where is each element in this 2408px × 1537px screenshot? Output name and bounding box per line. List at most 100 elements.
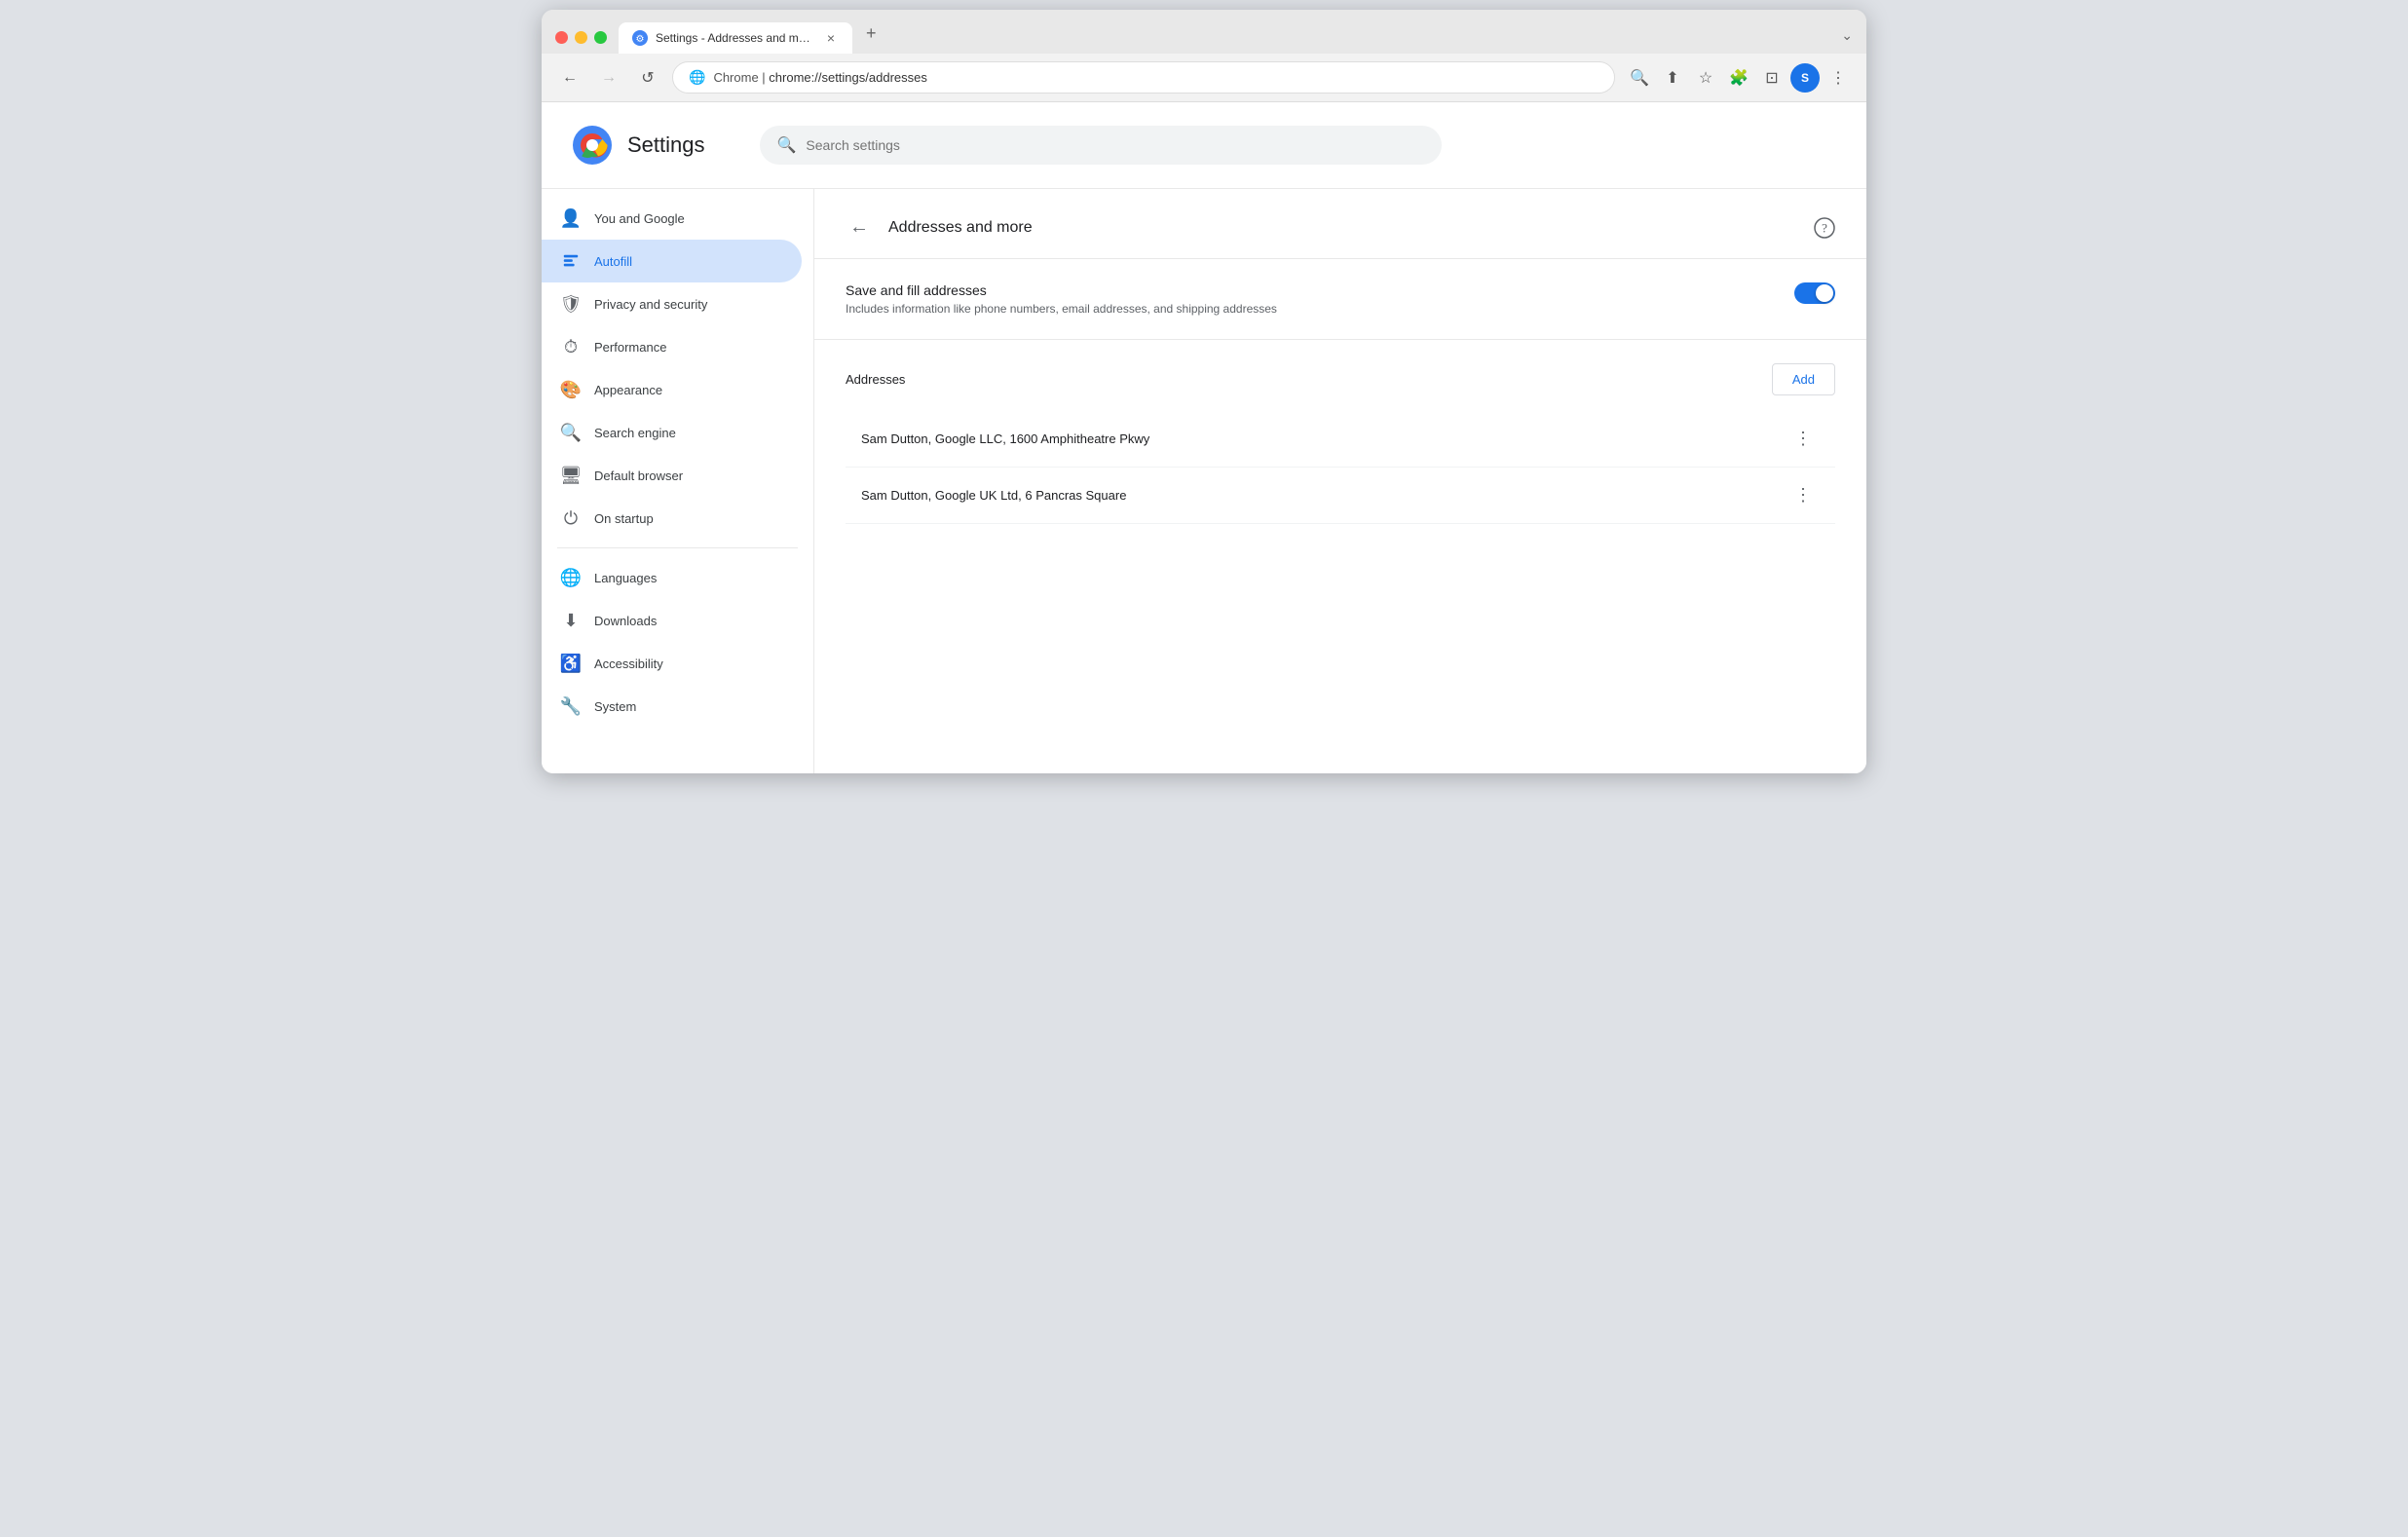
close-window-button[interactable]	[555, 31, 568, 44]
sidebar-item-on-startup[interactable]: ⏻ On startup	[542, 497, 802, 540]
browser-window: ⚙ Settings - Addresses and more × + ⌄ ← …	[542, 10, 1866, 773]
autofill-icon	[561, 251, 581, 271]
address-text-2: Sam Dutton, Google UK Ltd, 6 Pancras Squ…	[861, 488, 1787, 503]
person-icon: 👤	[561, 208, 581, 228]
zoom-button[interactable]: 🔍	[1625, 63, 1654, 93]
setting-name: Save and fill addresses	[846, 282, 1771, 298]
tab-favicon: ⚙	[632, 30, 648, 46]
save-fill-toggle[interactable]	[1794, 282, 1835, 304]
title-bar: ⚙ Settings - Addresses and more × + ⌄	[542, 10, 1866, 54]
search-input[interactable]	[806, 137, 1423, 153]
addresses-section: Addresses Add Sam Dutton, Google LLC, 16…	[814, 340, 1866, 547]
save-fill-setting-row: Save and fill addresses Includes informa…	[814, 259, 1866, 340]
main-layout: 👤 You and Google Autofill 🛡	[542, 189, 1866, 773]
add-address-button[interactable]: Add	[1772, 363, 1835, 395]
svg-text:?: ?	[1822, 220, 1827, 235]
bookmark-button[interactable]: ☆	[1691, 63, 1720, 93]
tab-bar: ⚙ Settings - Addresses and more × + ⌄	[619, 19, 1853, 54]
page-content: Settings 🔍 👤 You and Google	[542, 102, 1866, 773]
power-icon: ⏻	[561, 508, 581, 528]
sidebar-item-downloads[interactable]: ⬇ Downloads	[542, 599, 802, 642]
address-item-1: Sam Dutton, Google LLC, 1600 Amphitheatr…	[846, 411, 1835, 468]
content-title: Addresses and more	[888, 219, 1814, 237]
addresses-header: Addresses Add	[846, 363, 1835, 395]
addresses-label: Addresses	[846, 372, 1772, 387]
sidebar-item-performance[interactable]: ⏱ Performance	[542, 325, 802, 368]
sidebar-item-search-engine[interactable]: 🔍 Search engine	[542, 411, 802, 454]
tab-close-button[interactable]: ×	[823, 30, 839, 46]
toggle-container	[1794, 282, 1835, 304]
split-button[interactable]: ⊡	[1757, 63, 1787, 93]
forward-button[interactable]: →	[594, 63, 623, 93]
sidebar-label-search-engine: Search engine	[594, 426, 676, 440]
help-icon: ?	[1814, 217, 1835, 239]
address-path: chrome://settings/addresses	[769, 70, 927, 85]
search-icon: 🔍	[777, 135, 797, 155]
navigation-bar: ← → ↺ 🌐 Chrome | chrome://settings/addre…	[542, 54, 1866, 102]
tab-dropdown-button[interactable]: ⌄	[1841, 27, 1853, 54]
sidebar-item-autofill[interactable]: Autofill	[542, 240, 802, 282]
download-icon: ⬇	[561, 611, 581, 630]
sidebar-label-privacy: Privacy and security	[594, 297, 707, 312]
search-bar: 🔍	[760, 126, 1442, 165]
tab-title: Settings - Addresses and more	[656, 31, 815, 45]
sidebar-item-privacy-security[interactable]: 🛡 Privacy and security	[542, 282, 802, 325]
sidebar-label-you-and-google: You and Google	[594, 211, 685, 226]
search-engine-icon: 🔍	[561, 423, 581, 442]
sidebar-label-default-browser: Default browser	[594, 469, 683, 483]
address-text-1: Sam Dutton, Google LLC, 1600 Amphitheatr…	[861, 431, 1787, 446]
minimize-window-button[interactable]	[575, 31, 587, 44]
maximize-window-button[interactable]	[594, 31, 607, 44]
sidebar-label-autofill: Autofill	[594, 254, 632, 269]
globe-icon: 🌐	[561, 568, 581, 587]
wrench-icon: 🔧	[561, 696, 581, 716]
browser-icon: 🖥	[561, 466, 581, 485]
sidebar-item-you-and-google[interactable]: 👤 You and Google	[542, 197, 802, 240]
sidebar-item-accessibility[interactable]: ♿ Accessibility	[542, 642, 802, 685]
sidebar-item-appearance[interactable]: 🎨 Appearance	[542, 368, 802, 411]
sidebar: 👤 You and Google Autofill 🛡	[542, 189, 814, 773]
extensions-button[interactable]: 🧩	[1724, 63, 1753, 93]
content-back-button[interactable]: ←	[846, 212, 873, 243]
address-bar-security-icon: 🌐	[689, 69, 705, 86]
performance-icon: ⏱	[561, 337, 581, 356]
sidebar-label-accessibility: Accessibility	[594, 656, 663, 671]
back-button[interactable]: ←	[555, 63, 584, 93]
help-button[interactable]: ?	[1814, 217, 1835, 239]
sidebar-label-performance: Performance	[594, 340, 666, 355]
share-button[interactable]: ⬆	[1658, 63, 1687, 93]
address-more-button-2[interactable]: ⋮	[1787, 481, 1820, 509]
sidebar-label-on-startup: On startup	[594, 511, 654, 526]
sidebar-item-system[interactable]: 🔧 System	[542, 685, 802, 728]
address-more-button-1[interactable]: ⋮	[1787, 425, 1820, 453]
active-tab[interactable]: ⚙ Settings - Addresses and more ×	[619, 22, 852, 54]
content-header: ← Addresses and more ?	[814, 189, 1866, 259]
sidebar-label-system: System	[594, 699, 636, 714]
sidebar-label-languages: Languages	[594, 571, 657, 585]
sidebar-label-downloads: Downloads	[594, 614, 657, 628]
address-bar[interactable]: 🌐 Chrome | chrome://settings/addresses	[672, 61, 1615, 94]
shield-icon: 🛡	[561, 294, 581, 314]
svg-text:⚙: ⚙	[636, 34, 645, 45]
menu-button[interactable]: ⋮	[1824, 63, 1853, 93]
setting-description: Includes information like phone numbers,…	[846, 302, 1771, 316]
chrome-logo	[573, 126, 612, 165]
toggle-knob	[1816, 284, 1833, 302]
palette-icon: 🎨	[561, 380, 581, 399]
new-tab-button[interactable]: +	[858, 19, 884, 54]
sidebar-item-languages[interactable]: 🌐 Languages	[542, 556, 802, 599]
setting-info: Save and fill addresses Includes informa…	[846, 282, 1771, 316]
content-area: ← Addresses and more ? Save and fill add…	[814, 189, 1866, 773]
profile-button[interactable]: S	[1790, 63, 1820, 93]
traffic-lights	[555, 31, 607, 54]
settings-header: Settings 🔍	[542, 102, 1866, 189]
sidebar-divider	[557, 547, 798, 548]
accessibility-icon: ♿	[561, 654, 581, 673]
refresh-button[interactable]: ↺	[633, 63, 662, 93]
address-domain: Chrome |	[713, 70, 769, 85]
sidebar-label-appearance: Appearance	[594, 383, 662, 397]
page-title: Settings	[627, 132, 705, 158]
nav-actions: 🔍 ⬆ ☆ 🧩 ⊡ S ⋮	[1625, 63, 1853, 93]
sidebar-item-default-browser[interactable]: 🖥 Default browser	[542, 454, 802, 497]
address-item-2: Sam Dutton, Google UK Ltd, 6 Pancras Squ…	[846, 468, 1835, 524]
